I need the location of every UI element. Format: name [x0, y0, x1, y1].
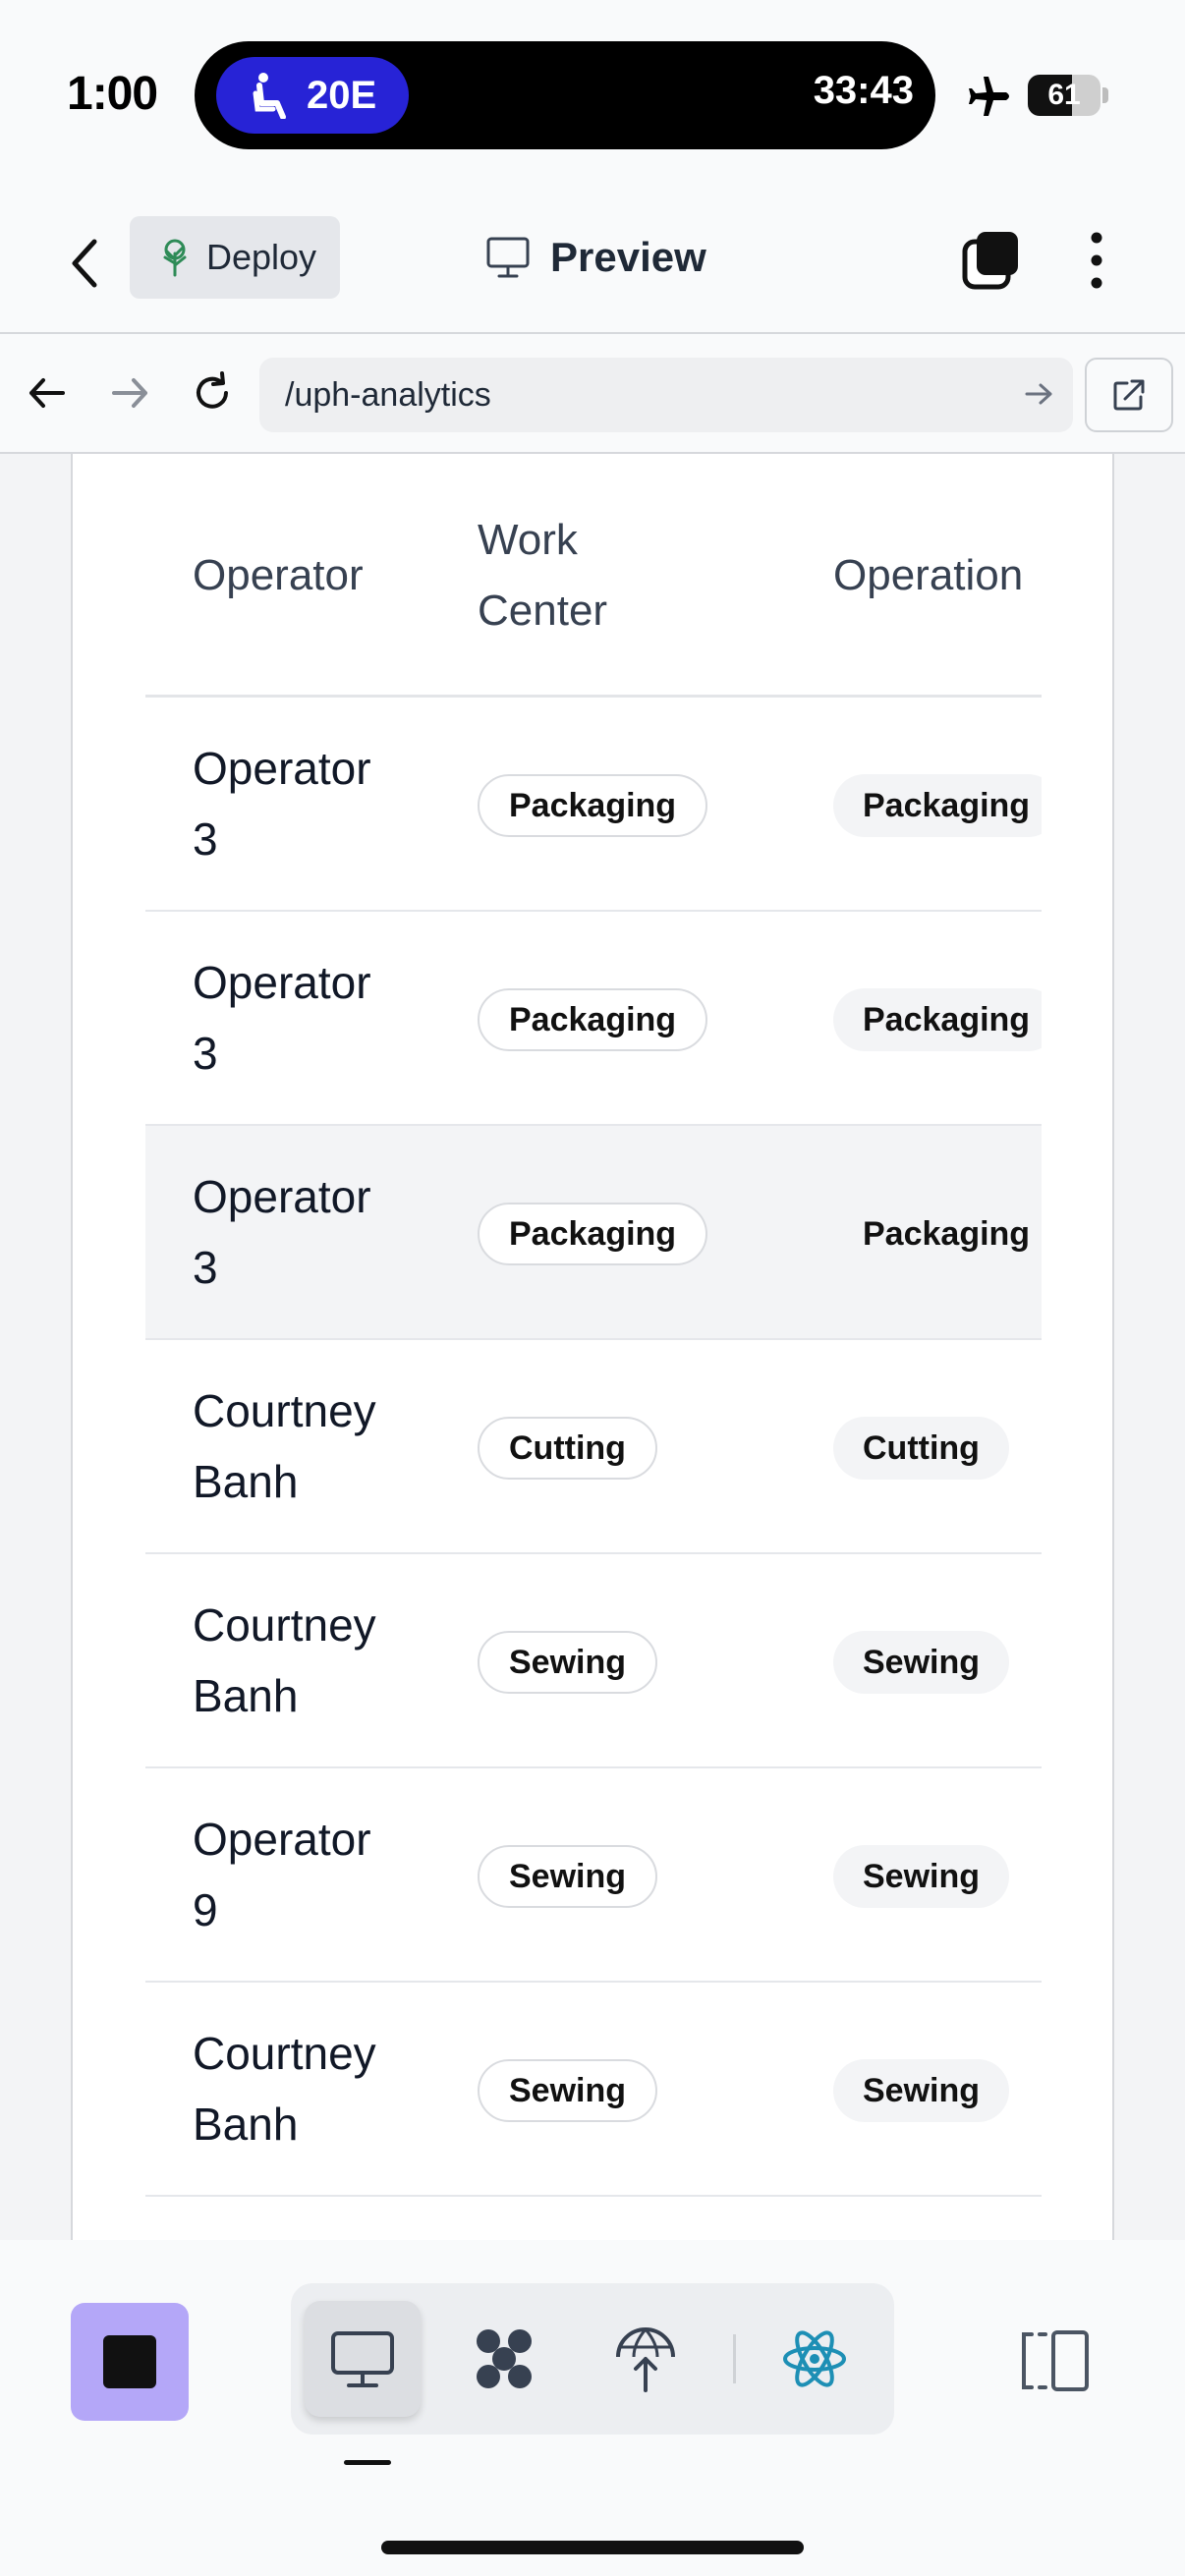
- seat-pill: 20E: [216, 57, 409, 134]
- deploy-label: Deploy: [206, 237, 317, 277]
- operation-badge: Packaging: [833, 988, 1042, 1051]
- header-work-center-line1: Work: [478, 516, 578, 564]
- open-external-button[interactable]: [1085, 358, 1173, 432]
- react-view-tab[interactable]: [757, 2301, 873, 2417]
- operator-cell: Operator 9: [193, 1804, 409, 1945]
- operator-cell: Courtney Banh: [193, 2018, 409, 2159]
- header-work-center[interactable]: Work Center: [478, 505, 607, 646]
- monitor-icon: [331, 2331, 394, 2387]
- app-toolbar: Deploy Preview: [0, 193, 1185, 334]
- table-row[interactable]: Operator 9 Sewing Sewing: [145, 1768, 1042, 1983]
- monitor-icon: [486, 237, 530, 278]
- deploy-tree-icon: [163, 239, 187, 277]
- url-input[interactable]: /uph-analytics: [259, 358, 1073, 432]
- preview-label: Preview: [550, 234, 706, 280]
- table-row-hovered[interactable]: Operator 3 Packaging Packaging: [145, 1126, 1042, 1340]
- header-work-center-line2: Center: [478, 587, 608, 635]
- external-link-icon: [1113, 379, 1145, 411]
- operation-badge: Packaging: [833, 1203, 1042, 1265]
- operator-name-line2: Banh: [193, 1456, 299, 1507]
- operator-name-line1: Operator: [193, 743, 371, 794]
- seat-icon: [253, 73, 286, 119]
- operator-name-line1: Courtney: [193, 1385, 376, 1436]
- operator-name-line1: Operator: [193, 957, 371, 1008]
- back-arrow-icon[interactable]: [24, 369, 71, 417]
- view-switcher: [291, 2283, 894, 2435]
- operator-cell: Courtney Banh: [193, 1590, 409, 1731]
- preview-viewport[interactable]: Operator Work Center Operation Operator …: [0, 454, 1185, 2240]
- operator-name-line1: Operator: [193, 1171, 371, 1222]
- side-panel-icon[interactable]: [1018, 2328, 1093, 2393]
- flight-timer: 33:43: [813, 69, 914, 112]
- operator-name-line2: 3: [193, 813, 218, 865]
- header-operation[interactable]: Operation: [833, 540, 1023, 611]
- work-center-badge: Packaging: [478, 988, 708, 1051]
- table-header: Operator Work Center Operation: [145, 454, 1042, 698]
- status-bar: 1:00 20E 33:43 61: [0, 0, 1185, 193]
- airplane-mode-icon: [969, 77, 1009, 116]
- stop-icon: [103, 2335, 156, 2388]
- dynamic-island: 20E 33:43: [195, 41, 935, 149]
- operator-cell: Operator 3: [193, 1161, 409, 1303]
- url-text: /uph-analytics: [285, 375, 491, 414]
- operator-name-line2: 3: [193, 1028, 218, 1079]
- operator-name-line2: 9: [193, 1884, 218, 1935]
- header-operator[interactable]: Operator: [193, 540, 364, 611]
- work-center-badge: Packaging: [478, 1203, 708, 1265]
- divider: [733, 2334, 736, 2383]
- globe-upload-icon: [616, 2327, 675, 2392]
- bottom-toolbar: [0, 2240, 1185, 2576]
- home-indicator[interactable]: [381, 2541, 804, 2554]
- operator-cell: Operator 3: [193, 733, 409, 874]
- more-vertical-icon[interactable]: [1073, 228, 1120, 293]
- operation-badge: Packaging: [833, 774, 1042, 837]
- operator-cell: Courtney Banh: [193, 1375, 409, 1517]
- table-card: Operator Work Center Operation Operator …: [71, 454, 1114, 2240]
- operator-name-line2: 3: [193, 1242, 218, 1293]
- layers-icon[interactable]: [961, 230, 1022, 291]
- table-row[interactable]: Courtney Banh Sewing Sewing: [145, 1983, 1042, 2197]
- table-row[interactable]: Courtney Banh Cutting Cutting: [145, 1340, 1042, 1554]
- operation-badge: Sewing: [833, 1631, 1010, 1694]
- operation-badge: Cutting: [833, 1417, 1009, 1480]
- table-row[interactable]: Courtney Banh Sewing Sewing: [145, 1554, 1042, 1768]
- operator-name-line1: Operator: [193, 1814, 371, 1865]
- shapes-grid-icon: [477, 2329, 532, 2388]
- operation-badge: Sewing: [833, 1845, 1010, 1908]
- battery-indicator: 61: [1028, 75, 1108, 116]
- table-row[interactable]: Operator 3 Packaging Packaging: [145, 698, 1042, 912]
- desktop-view-tab[interactable]: [305, 2301, 421, 2417]
- publish-view-tab[interactable]: [588, 2301, 704, 2417]
- operator-name-line2: Banh: [193, 1670, 299, 1721]
- deploy-button[interactable]: Deploy: [130, 216, 340, 299]
- preview-title: Preview: [485, 228, 706, 287]
- battery-percent: 61: [1047, 79, 1081, 111]
- work-center-badge: Packaging: [478, 774, 708, 837]
- operator-cell: Operator 3: [193, 947, 409, 1089]
- table-row[interactable]: Operator 3 Packaging Packaging: [145, 912, 1042, 1126]
- stop-button[interactable]: [71, 2303, 189, 2421]
- seat-number: 20E: [307, 73, 377, 117]
- active-tab-indicator: [344, 2460, 391, 2465]
- go-arrow-icon[interactable]: [1022, 377, 1055, 411]
- status-time: 1:00: [67, 68, 158, 120]
- work-center-badge: Sewing: [478, 1631, 658, 1694]
- operator-name-line1: Courtney: [193, 2028, 376, 2079]
- react-icon: [783, 2330, 846, 2387]
- forward-arrow-icon[interactable]: [106, 369, 153, 417]
- reload-icon[interactable]: [189, 369, 236, 417]
- work-center-badge: Sewing: [478, 1845, 658, 1908]
- back-chevron-icon[interactable]: [63, 232, 106, 295]
- uph-table[interactable]: Operator Work Center Operation Operator …: [145, 454, 1042, 2240]
- canvas-view-tab[interactable]: [446, 2301, 562, 2417]
- operator-name-line2: Banh: [193, 2099, 299, 2150]
- operation-badge: Sewing: [833, 2059, 1010, 2122]
- work-center-badge: Sewing: [478, 2059, 658, 2122]
- operator-name-line1: Courtney: [193, 1599, 376, 1651]
- work-center-badge: Cutting: [478, 1417, 657, 1480]
- browser-bar: /uph-analytics: [0, 334, 1185, 454]
